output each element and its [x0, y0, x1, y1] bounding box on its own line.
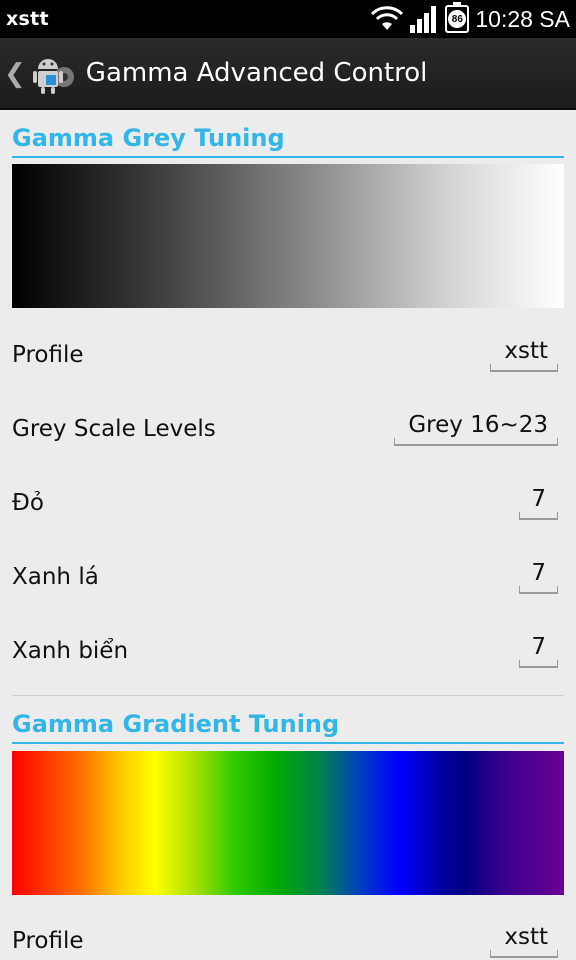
- color-gradient-preview: [12, 751, 564, 895]
- section-header-gradient: Gamma Gradient Tuning: [12, 710, 564, 744]
- pref-row-red[interactable]: Đỏ 7: [12, 473, 564, 533]
- pref-label: Grey Scale Levels: [12, 416, 216, 442]
- carrier-label: xstt: [6, 8, 49, 30]
- pref-row-green[interactable]: Xanh lá 7: [12, 547, 564, 607]
- gradient-profile-spinner[interactable]: xstt: [490, 924, 558, 958]
- pref-label: Xanh lá: [12, 564, 99, 590]
- divider: [12, 695, 564, 696]
- chevron-left-icon[interactable]: ❮: [4, 58, 26, 89]
- pref-row-blue[interactable]: Xanh biển 7: [12, 621, 564, 681]
- settings-content[interactable]: Gamma Grey Tuning Profile xstt Grey Scal…: [0, 110, 576, 960]
- status-bar: xstt 86 10:28 SA: [0, 0, 576, 38]
- pref-label: Đỏ: [12, 490, 44, 516]
- action-bar: ❮ Gamma Advanced Control: [0, 38, 576, 110]
- pref-row-gradient-profile[interactable]: Profile xstt: [12, 911, 564, 960]
- red-spinner[interactable]: 7: [519, 486, 558, 520]
- pref-label: Xanh biển: [12, 638, 129, 664]
- blue-spinner[interactable]: 7: [519, 634, 558, 668]
- pref-label: Profile: [12, 928, 84, 954]
- profile-spinner[interactable]: xstt: [490, 338, 558, 372]
- green-spinner[interactable]: 7: [519, 560, 558, 594]
- android-settings-icon[interactable]: [28, 49, 76, 97]
- battery-icon: 86: [445, 2, 470, 33]
- clock: 10:28 SA: [475, 5, 570, 32]
- pref-row-profile[interactable]: Profile xstt: [12, 325, 564, 385]
- pref-label: Profile: [12, 342, 84, 368]
- pref-row-grey-scale-levels[interactable]: Grey Scale Levels Grey 16~23: [12, 399, 564, 459]
- wifi-icon: [371, 6, 404, 32]
- grey-gradient-preview: [12, 164, 564, 308]
- battery-level: 86: [448, 10, 467, 28]
- status-icons: 86 10:28 SA: [371, 2, 570, 33]
- page-title: Gamma Advanced Control: [85, 58, 428, 88]
- section-header-grey: Gamma Grey Tuning: [12, 124, 564, 158]
- grey-scale-levels-spinner[interactable]: Grey 16~23: [394, 412, 558, 446]
- signal-icon: [409, 5, 439, 33]
